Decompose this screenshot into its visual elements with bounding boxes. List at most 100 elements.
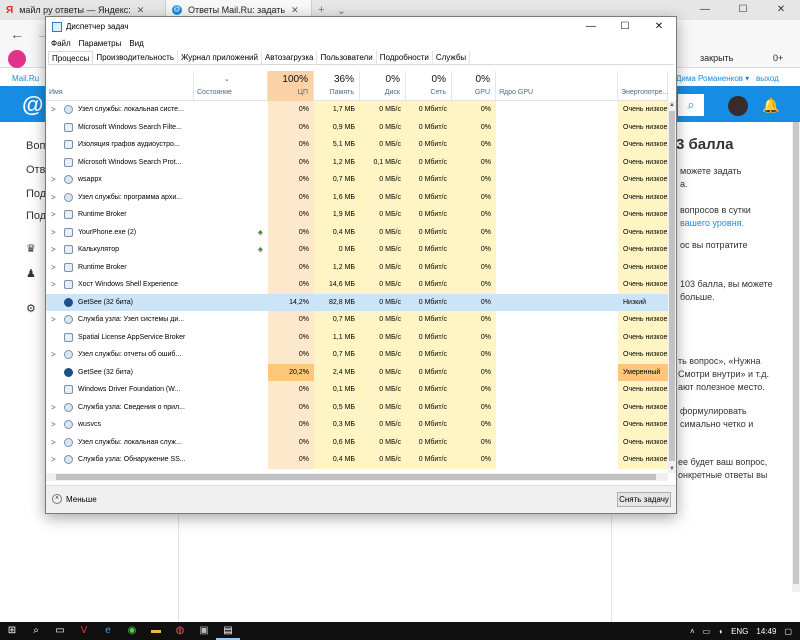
left-nav-item[interactable]: Отв [26, 164, 45, 176]
tab-details[interactable]: Подробности [377, 51, 433, 64]
expand-chevron-icon[interactable]: > [51, 346, 56, 364]
exit-link[interactable]: выход [756, 74, 779, 83]
tab-services[interactable]: Службы [433, 51, 471, 64]
app-icon[interactable]: ◍ [168, 622, 192, 640]
left-nav-item[interactable]: Под [26, 188, 46, 200]
search-icon[interactable]: ⌕ [24, 622, 48, 640]
expand-chevron-icon[interactable]: > [51, 189, 56, 207]
site-label[interactable]: Mail.Ru [12, 74, 39, 83]
close-window-icon[interactable]: ✕ [762, 0, 800, 20]
column-header-gpu-engine[interactable]: Ядро GPU [496, 71, 618, 101]
fewer-details-button[interactable]: ˄ Меньше [52, 494, 97, 504]
tab-app-history[interactable]: Журнал приложений [178, 51, 262, 64]
left-nav-item[interactable]: Под [26, 210, 46, 222]
close-icon[interactable]: ✕ [137, 5, 145, 16]
chevron-down-icon[interactable]: ⌄ [337, 4, 346, 17]
expand-chevron-icon[interactable]: > [51, 434, 56, 452]
minimize-icon[interactable]: — [686, 0, 724, 20]
task-manager-titlebar[interactable]: Диспетчер задач — ☐ ✕ [46, 17, 676, 37]
scrollbar-thumb[interactable] [56, 474, 656, 480]
maximize-icon[interactable]: ☐ [724, 0, 762, 20]
user-link[interactable]: Дима Романенков ▾ [676, 74, 749, 83]
table-row[interactable]: Windows Driver Foundation (W... 0% 0,1 МБ 0… [46, 381, 668, 399]
page-scrollbar[interactable] [792, 122, 800, 592]
zoom-label[interactable]: 0+ [773, 53, 783, 63]
scroll-up-icon[interactable]: ▲ [669, 102, 675, 108]
table-row[interactable]: > Узел службы: программа архи... 0% 1,6 МБ 0… [46, 188, 668, 207]
column-header-name[interactable]: Имя [46, 71, 194, 101]
language-indicator[interactable]: ENG [731, 627, 748, 636]
column-header-disk[interactable]: 0% Диск [360, 71, 406, 101]
info-link[interactable]: вашего уровня. [680, 218, 744, 228]
column-header-cpu[interactable]: 100% ЦП [268, 71, 314, 101]
tab-performance[interactable]: Производительность [93, 51, 178, 64]
table-row[interactable]: > Хост Windows Shell Experience 0% 14,6 МБ 0… [46, 276, 668, 294]
column-header-power[interactable]: Энергопотре... [618, 71, 668, 101]
table-row[interactable]: > Узел службы: локальная служ... 0% 0,6 МБ 0… [46, 433, 668, 452]
vivaldi-icon[interactable]: V [72, 622, 96, 640]
table-row[interactable]: GetSee (32 бита) 14,2% 82,8 МБ 0 МБ/с 0 Мбит… [46, 293, 668, 311]
scrollbar-thumb[interactable] [669, 111, 675, 461]
expand-chevron-icon[interactable]: > [51, 101, 56, 119]
table-row[interactable]: > Runtime Broker 0% 1,9 МБ 0 МБ/с 0 Мбит/с 0% О… [46, 206, 668, 224]
tab-startup[interactable]: Автозагрузка [262, 51, 318, 64]
edge-icon[interactable]: e [96, 622, 120, 640]
network-icon[interactable]: ▭ [703, 627, 711, 636]
sort-chevron-icon[interactable]: ⌄ [224, 75, 230, 83]
folder-icon[interactable]: ▬ [144, 622, 168, 640]
expand-chevron-icon[interactable]: > [51, 259, 56, 277]
column-header-memory[interactable]: 36% Память [314, 71, 360, 101]
chrome-icon[interactable]: ◉ [120, 622, 144, 640]
table-row[interactable]: Spatial License AppService Broker 0% 1,1 М… [46, 328, 668, 346]
tab-processes[interactable]: Процессы [48, 51, 94, 64]
expand-chevron-icon[interactable]: > [51, 399, 56, 417]
close-icon[interactable]: ✕ [642, 17, 676, 37]
expand-chevron-icon[interactable]: > [51, 206, 56, 224]
table-row[interactable]: > Служба узла: Обнаружение SS... 0% 0,4 МБ 0… [46, 451, 668, 469]
close-icon[interactable]: ✕ [291, 5, 299, 16]
volume-icon[interactable]: ◖ [718, 627, 723, 636]
scroll-down-icon[interactable]: ▼ [669, 466, 675, 472]
avatar[interactable] [728, 96, 748, 116]
crown-icon[interactable]: ♛ [26, 242, 36, 255]
person-icon[interactable]: ♟ [26, 267, 36, 280]
close-link[interactable]: закрыть [700, 53, 733, 63]
column-header-network[interactable]: 0% Сеть [406, 71, 452, 101]
menu-file[interactable]: Файл [51, 37, 71, 50]
expand-chevron-icon[interactable]: > [51, 311, 56, 329]
table-row[interactable]: > wusvcs 0% 0,3 МБ 0 МБ/с 0 Мбит/с 0% Очень низ… [46, 416, 668, 434]
maximize-icon[interactable]: ☐ [608, 17, 642, 37]
mailru-logo-icon[interactable]: @ [22, 92, 43, 118]
app-icon[interactable]: ▣ [192, 622, 216, 640]
table-row[interactable]: > Служба узла: Узел системы ди... 0% 0,7 МБ… [46, 311, 668, 329]
task-manager-taskbar-icon[interactable]: ▤ [216, 622, 240, 640]
expand-chevron-icon[interactable]: > [51, 171, 56, 189]
column-header-gpu[interactable]: 0% GPU [452, 71, 496, 101]
end-task-button[interactable]: Снять задачу [617, 492, 671, 507]
chevron-up-icon[interactable]: ˄ [690, 627, 695, 636]
table-row[interactable]: > YourPhone.exe (2) ♠ 0% 0,4 МБ 0 МБ/с 0 Мбит/… [46, 223, 668, 242]
start-windows-icon[interactable]: ⊞ [0, 622, 24, 640]
expand-chevron-icon[interactable]: > [51, 276, 56, 294]
table-row[interactable]: > Узел службы: отчеты об ошиб... 0% 0,7 МБ 0… [46, 346, 668, 364]
table-row[interactable]: GetSee (32 бита) 20,2% 2,4 МБ 0 МБ/с 0 Мбит/… [46, 363, 668, 381]
expand-chevron-icon[interactable]: > [51, 224, 56, 242]
table-row[interactable]: > wsappx 0% 0,7 МБ 0 МБ/с 0 Мбит/с 0% Очень низ… [46, 171, 668, 189]
expand-chevron-icon[interactable]: > [51, 416, 56, 434]
table-row[interactable]: > Калькулятор ♠ 0% 0 МБ 0 МБ/с 0 Мбит/с 0% Очень… [46, 241, 668, 259]
notification-icon[interactable]: ▢ [784, 627, 792, 636]
scrollbar-thumb[interactable] [793, 122, 799, 584]
table-row[interactable]: > Служба узла: Сведения о прил... 0% 0,5 МБ… [46, 398, 668, 417]
task-view-icon[interactable]: ▭ [48, 622, 72, 640]
vertical-scrollbar[interactable]: ▲ ▼ [668, 101, 676, 473]
search-button[interactable]: ⌕ [678, 94, 704, 116]
gear-icon[interactable]: ⚙ [26, 302, 36, 315]
menu-view[interactable]: Вид [129, 37, 143, 50]
table-row[interactable]: Microsoft Windows Search Filte... 0% 0,9 М… [46, 118, 668, 136]
minimize-icon[interactable]: — [574, 17, 608, 37]
table-row[interactable]: > Узел службы: локальная систе... 0% 1,7 МБ… [46, 101, 668, 119]
table-row[interactable]: Microsoft Windows Search Prot... 0% 1,2 МБ… [46, 153, 668, 171]
menu-options[interactable]: Параметры [79, 37, 122, 50]
tab-users[interactable]: Пользователи [317, 51, 377, 64]
clock[interactable]: 14:49 [756, 627, 776, 636]
